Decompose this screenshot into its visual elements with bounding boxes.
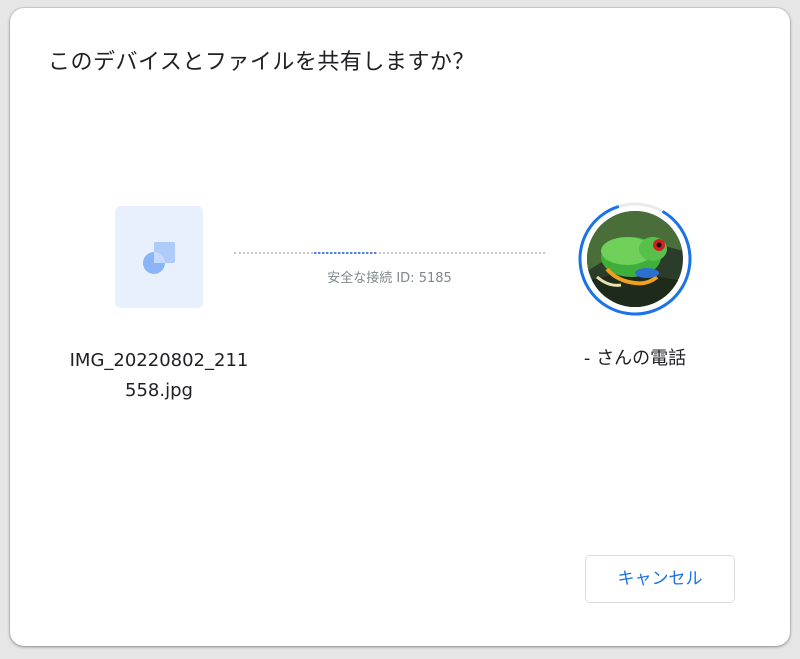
connection-progress-dots — [314, 252, 376, 254]
connection-line — [234, 248, 545, 260]
receiver-device — [577, 201, 693, 317]
cancel-button[interactable]: キャンセル — [585, 555, 735, 603]
file-preview — [115, 206, 203, 308]
image-file-icon — [143, 242, 175, 274]
connection-dots — [234, 252, 545, 254]
file-name: IMG_20220802_211558.jpg — [69, 350, 249, 401]
avatar — [587, 211, 683, 307]
frog-avatar-icon — [587, 211, 683, 307]
secure-connection-label: 安全な接続 ID: 5185 — [327, 271, 452, 286]
share-dialog: このデバイスとファイルを共有しますか？ IMG_20220802_211558.… — [10, 8, 790, 646]
receiver-device-name: - さんの電話 — [583, 348, 687, 369]
dialog-title: このデバイスとファイルを共有しますか？ — [48, 50, 475, 75]
